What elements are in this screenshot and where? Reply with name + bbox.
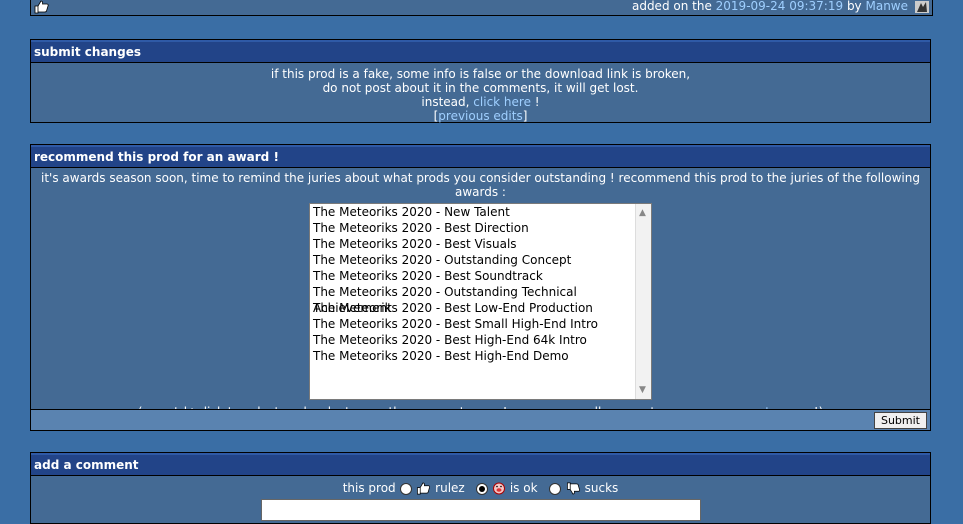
bracket-close: ] (522, 109, 528, 123)
award-option[interactable]: The Meteoriks 2020 - Best High-End 64k I… (310, 332, 651, 348)
click-here-link[interactable]: click here (473, 95, 531, 109)
pig-face-icon (492, 481, 506, 495)
submit-changes-title: submit changes (31, 40, 930, 63)
comment-textarea[interactable] (261, 499, 701, 521)
award-option[interactable]: The Meteoriks 2020 - Outstanding Technic… (310, 284, 651, 315)
thumb-up-icon (415, 481, 431, 495)
award-option[interactable]: The Meteoriks 2020 - Best Soundtrack (310, 268, 651, 284)
award-option[interactable]: The Meteoriks 2020 - Best High-End Demo (310, 348, 651, 364)
line-3-prefix: instead, (421, 95, 470, 109)
rulez-label: rulez (435, 481, 465, 495)
award-option[interactable]: The Meteoriks 2020 - Best Direction (310, 220, 651, 236)
award-option[interactable]: The Meteoriks 2020 - Best Small High-End… (310, 316, 651, 332)
by-label: by (846, 0, 862, 13)
scroll-down-icon[interactable]: ▼ (639, 383, 646, 397)
submit-changes-panel: submit changes if this prod is a fake, s… (30, 39, 931, 123)
award-category-select[interactable]: The Meteoriks 2020 - New Talent The Mete… (309, 203, 652, 400)
user-link[interactable]: Manwe (865, 0, 908, 13)
rating-sucks-radio[interactable] (548, 482, 561, 495)
prod-info-bar: added on the 2019-09-24 09:37:19 by Manw… (30, 0, 933, 16)
submit-changes-line-3: instead, click here ! (31, 95, 930, 109)
award-option[interactable]: The Meteoriks 2020 - Best Low-End Produc… (310, 300, 651, 316)
added-info: added on the 2019-09-24 09:37:19 by Manw… (632, 0, 908, 13)
rating-row: this prod rulez is ok sucks (31, 476, 930, 495)
award-option[interactable]: The Meteoriks 2020 - New Talent (310, 204, 651, 220)
added-prefix: added on the (631, 0, 712, 13)
previous-edits-link[interactable]: previous edits (438, 109, 522, 123)
submit-changes-line-2: do not post about it in the comments, it… (322, 81, 639, 95)
comment-panel: add a comment this prod rulez is ok suck… (30, 452, 931, 524)
added-date-link[interactable]: 2019-09-24 09:37:19 (716, 0, 843, 13)
previous-edits-line: [previous edits] (31, 109, 930, 123)
rating-is-ok-radio[interactable] (476, 482, 489, 495)
is-ok-label: is ok (509, 481, 538, 495)
comment-title: add a comment (31, 453, 930, 476)
award-intro: it's awards season soon, time to remind … (41, 171, 920, 199)
award-footer: Submit (31, 409, 930, 430)
this-prod-label: this prod (342, 481, 396, 495)
scroll-up-icon[interactable]: ▲ (639, 206, 646, 220)
rating-rulez-radio[interactable] (399, 482, 412, 495)
sucks-label: sucks (584, 481, 619, 495)
line-3-suffix: ! (534, 95, 540, 109)
award-option[interactable]: The Meteoriks 2020 - Outstanding Concept (310, 252, 651, 268)
user-avatar-icon[interactable] (914, 0, 930, 17)
award-option[interactable]: The Meteoriks 2020 - Best Visuals (310, 236, 651, 252)
listbox-scrollbar[interactable]: ▲ ▼ (635, 204, 651, 399)
thumb-down-icon (565, 481, 581, 495)
award-submit-button[interactable]: Submit (873, 412, 927, 429)
award-panel: recommend this prod for an award ! it's … (30, 144, 931, 431)
thumb-up-icon (33, 0, 49, 17)
award-title: recommend this prod for an award ! (31, 145, 930, 168)
submit-changes-line-1: if this prod is a fake, some info is fal… (270, 67, 691, 81)
